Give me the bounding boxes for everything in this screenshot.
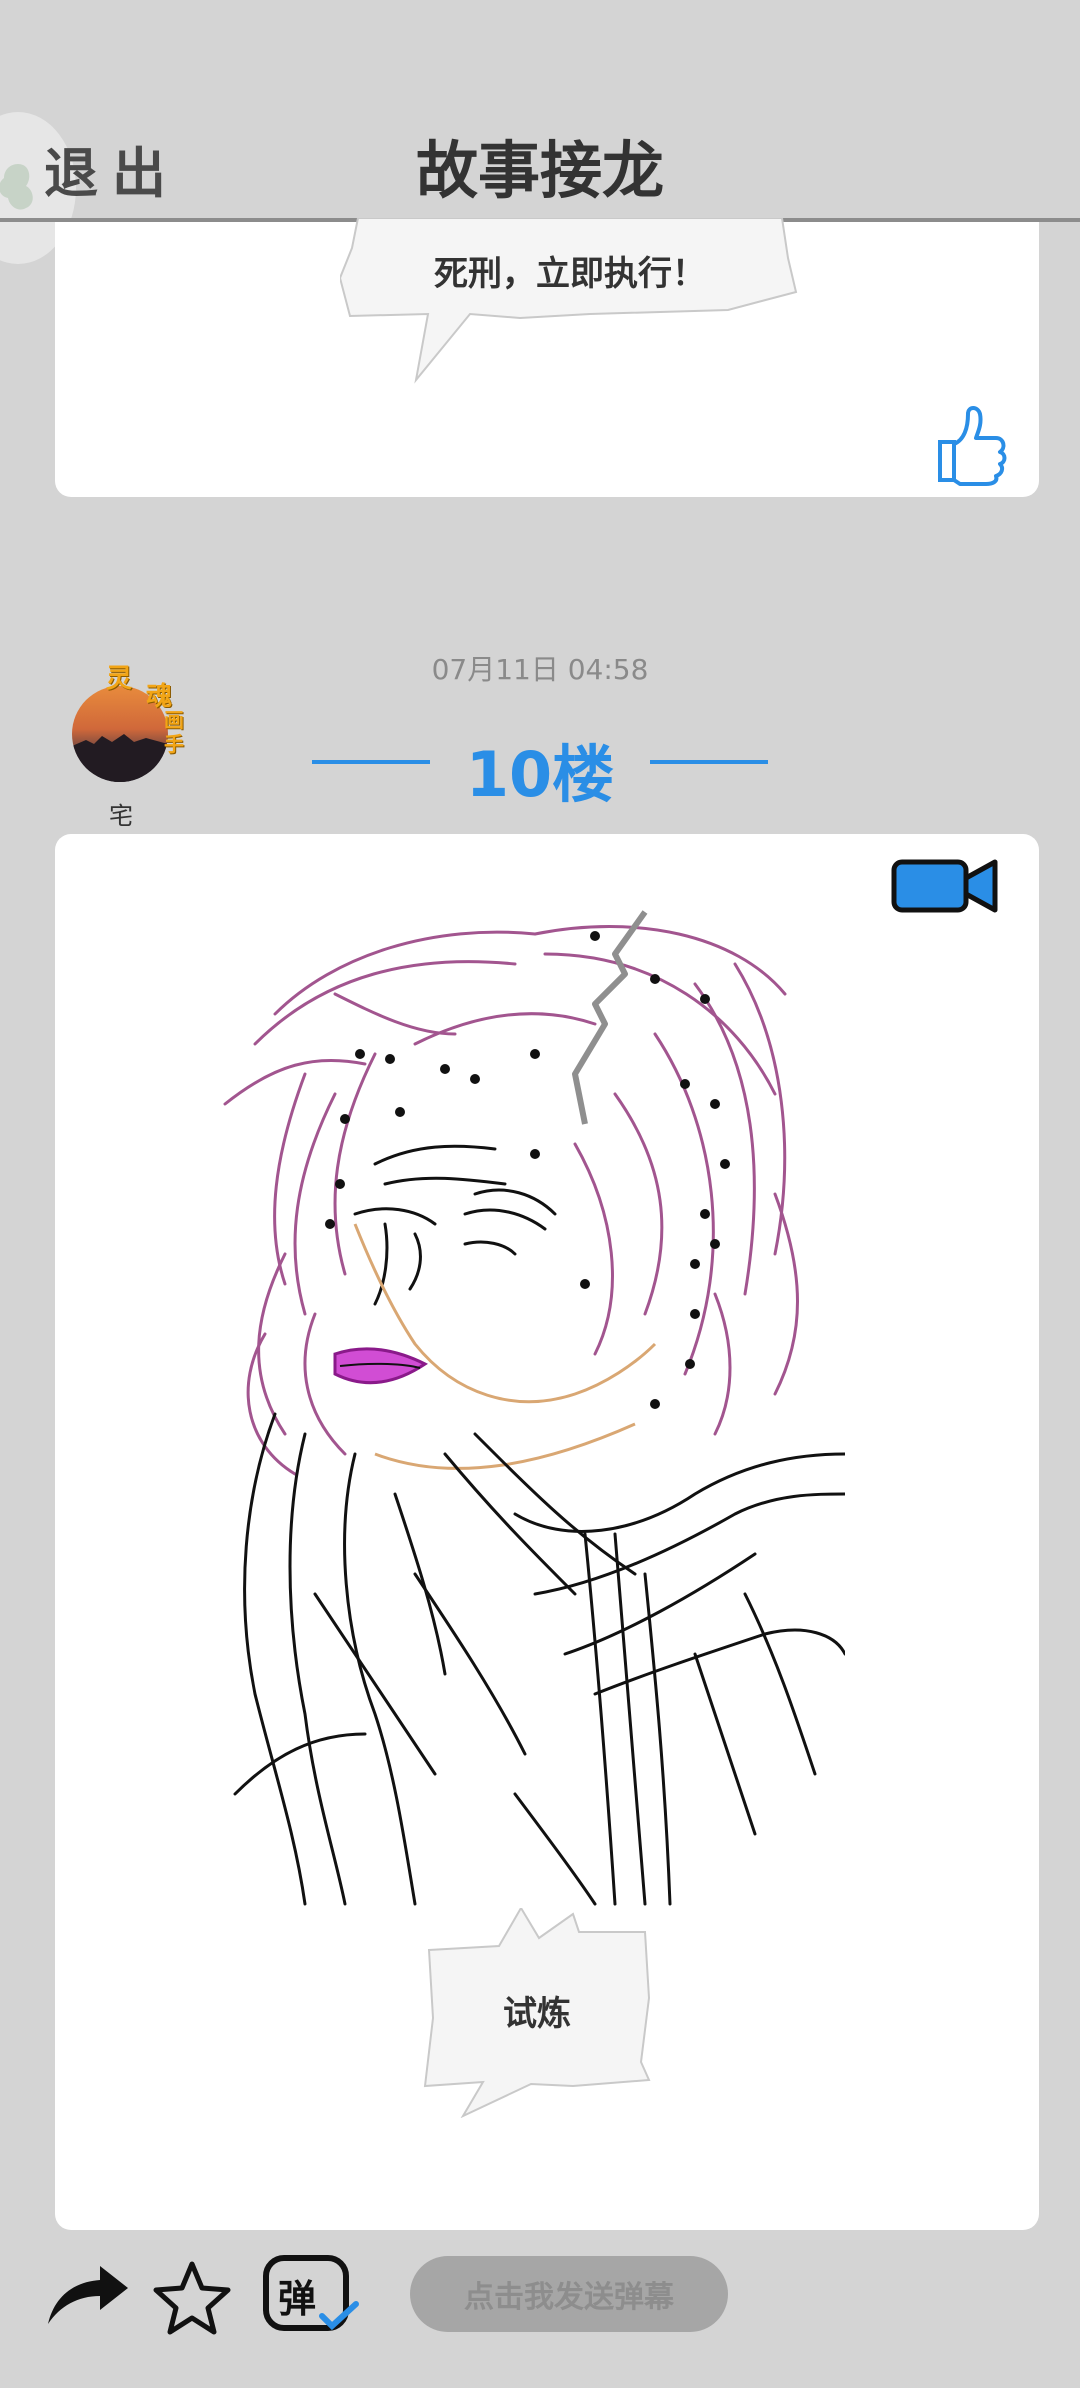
speech-bubble: 死刑，立即执行！ (340, 218, 800, 388)
badge-char: 手 (164, 732, 184, 756)
send-danmaku-button[interactable]: 点击我发送弹幕 (410, 2256, 728, 2332)
bubble-text: 死刑，立即执行！ (434, 254, 706, 294)
danmaku-icon-char: 弹 (278, 2277, 317, 2321)
badge-char: 灵 (106, 664, 133, 694)
author-avatar[interactable]: 灵 魂 画 手 (68, 654, 198, 784)
previous-post-card: 死刑，立即执行！ (55, 218, 1039, 497)
speech-bubble: 试炼 (423, 1908, 651, 2118)
bubble-text: 试炼 (503, 1994, 571, 2034)
thumbs-up-icon[interactable] (930, 402, 1010, 486)
share-arrow-icon[interactable] (44, 2262, 130, 2328)
page-title: 故事接龙 (415, 134, 664, 207)
danmaku-icon[interactable]: 弹 (262, 2254, 362, 2334)
author-name: 宅 (109, 802, 133, 830)
sketch-drawing[interactable] (215, 894, 847, 1906)
star-icon[interactable] (152, 2260, 232, 2336)
video-camera-icon[interactable] (891, 856, 1001, 916)
floor-divider-right (650, 760, 768, 764)
post-card: 试炼 (55, 834, 1039, 2230)
